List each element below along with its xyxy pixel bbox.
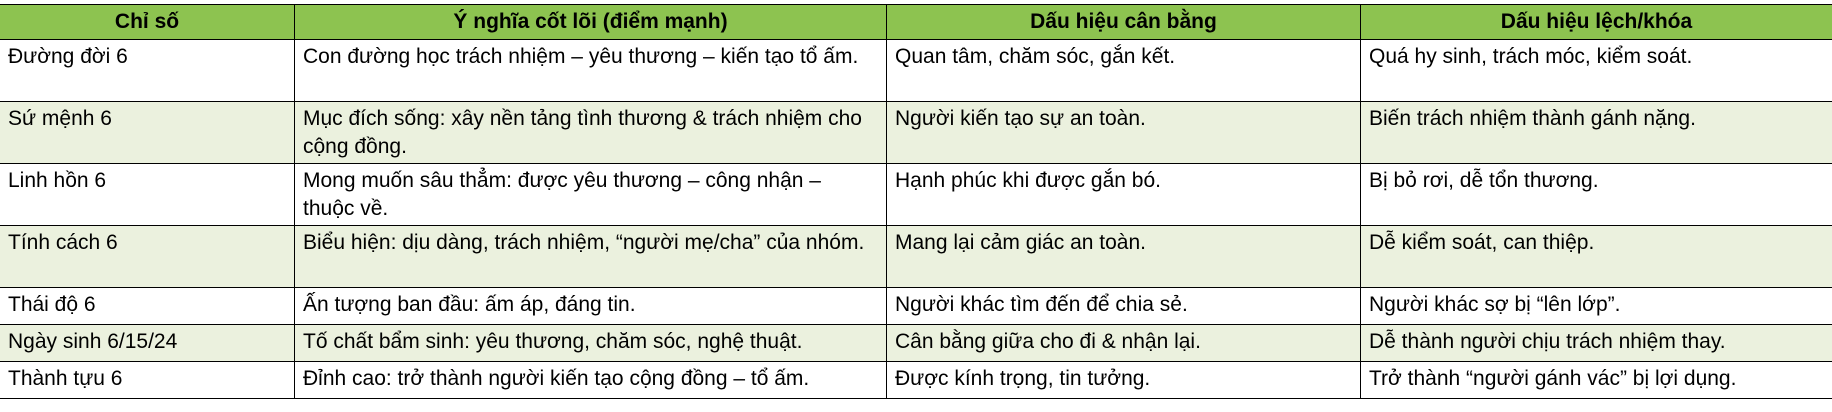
cell-index[interactable]: Đường đời 6 — [0, 39, 295, 102]
header-cell-balanced-signs[interactable]: Dấu hiệu cân bằng — [886, 4, 1361, 40]
header-cell-core-meaning[interactable]: Ý nghĩa cốt lõi (điểm mạnh) — [294, 4, 887, 40]
cell-imbalanced[interactable]: Người khác sợ bị “lên lớp”. — [1360, 287, 1832, 325]
cell-core-meaning[interactable]: Mong muốn sâu thẳm: được yêu thương – cô… — [294, 163, 887, 226]
header-cell-imbalanced-signs[interactable]: Dấu hiệu lệch/khóa — [1360, 4, 1832, 40]
table-row: Tính cách 6 Biểu hiện: dịu dàng, trách n… — [0, 225, 1832, 288]
cell-core-meaning[interactable]: Biểu hiện: dịu dàng, trách nhiệm, “người… — [294, 225, 887, 288]
cell-index[interactable]: Thái độ 6 — [0, 287, 295, 325]
cell-imbalanced[interactable]: Trở thành “người gánh vác” bị lợi dụng. — [1360, 361, 1832, 399]
cell-imbalanced[interactable]: Biến trách nhiệm thành gánh nặng. — [1360, 101, 1832, 164]
cell-balanced[interactable]: Mang lại cảm giác an toàn. — [886, 225, 1361, 288]
header-cell-index[interactable]: Chỉ số — [0, 4, 295, 40]
table-row: Đường đời 6 Con đường học trách nhiệm – … — [0, 39, 1832, 102]
cell-index[interactable]: Linh hồn 6 — [0, 163, 295, 226]
cell-index[interactable]: Ngày sinh 6/15/24 — [0, 324, 295, 362]
cell-balanced[interactable]: Hạnh phúc khi được gắn bó. — [886, 163, 1361, 226]
cell-imbalanced[interactable]: Bị bỏ rơi, dễ tổn thương. — [1360, 163, 1832, 226]
cell-imbalanced[interactable]: Dễ thành người chịu trách nhiệm thay. — [1360, 324, 1832, 362]
header-row: Chỉ số Ý nghĩa cốt lõi (điểm mạnh) Dấu h… — [0, 4, 1832, 40]
cell-index[interactable]: Sứ mệnh 6 — [0, 101, 295, 164]
table-row: Sứ mệnh 6 Mục đích sống: xây nền tảng tì… — [0, 101, 1832, 164]
table-row: Linh hồn 6 Mong muốn sâu thẳm: được yêu … — [0, 163, 1832, 226]
cell-balanced[interactable]: Cân bằng giữa cho đi & nhận lại. — [886, 324, 1361, 362]
cell-imbalanced[interactable]: Dễ kiểm soát, can thiệp. — [1360, 225, 1832, 288]
table-row: Thái độ 6 Ấn tượng ban đầu: ấm áp, đáng … — [0, 287, 1832, 325]
cell-index[interactable]: Tính cách 6 — [0, 225, 295, 288]
table-row: Thành tựu 6 Đỉnh cao: trở thành người ki… — [0, 361, 1832, 399]
numerology-table: Chỉ số Ý nghĩa cốt lõi (điểm mạnh) Dấu h… — [0, 4, 1832, 399]
cell-core-meaning[interactable]: Ấn tượng ban đầu: ấm áp, đáng tin. — [294, 287, 887, 325]
table-row: Ngày sinh 6/15/24 Tố chất bẩm sinh: yêu … — [0, 324, 1832, 362]
cell-index[interactable]: Thành tựu 6 — [0, 361, 295, 399]
cell-core-meaning[interactable]: Đỉnh cao: trở thành người kiến tạo cộng … — [294, 361, 887, 399]
cell-core-meaning[interactable]: Mục đích sống: xây nền tảng tình thương … — [294, 101, 887, 164]
cell-balanced[interactable]: Người khác tìm đến để chia sẻ. — [886, 287, 1361, 325]
cell-core-meaning[interactable]: Con đường học trách nhiệm – yêu thương –… — [294, 39, 887, 102]
cell-balanced[interactable]: Người kiến tạo sự an toàn. — [886, 101, 1361, 164]
spreadsheet-area: Chỉ số Ý nghĩa cốt lõi (điểm mạnh) Dấu h… — [0, 0, 1832, 412]
cell-balanced[interactable]: Quan tâm, chăm sóc, gắn kết. — [886, 39, 1361, 102]
cell-core-meaning[interactable]: Tố chất bẩm sinh: yêu thương, chăm sóc, … — [294, 324, 887, 362]
cell-balanced[interactable]: Được kính trọng, tin tưởng. — [886, 361, 1361, 399]
cell-imbalanced[interactable]: Quá hy sinh, trách móc, kiểm soát. — [1360, 39, 1832, 102]
